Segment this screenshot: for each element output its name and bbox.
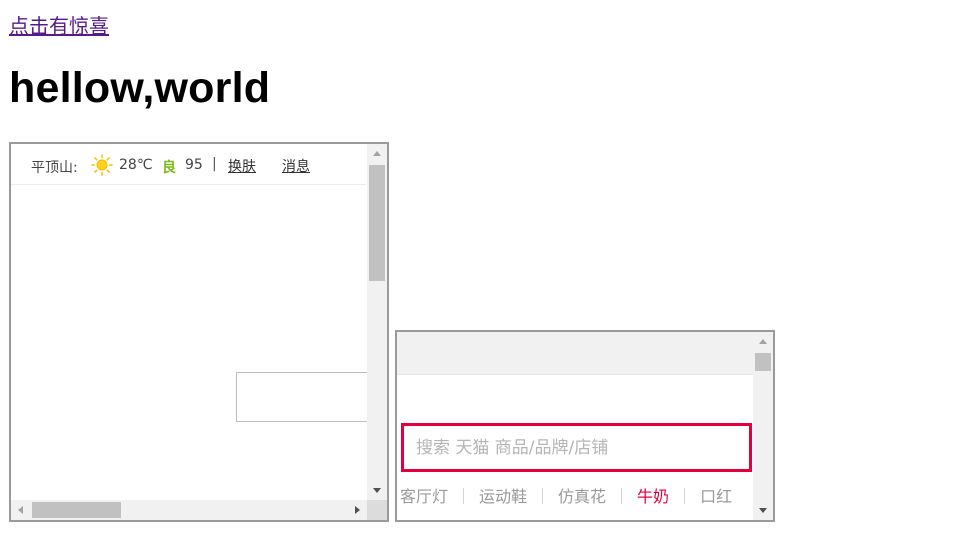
sun-icon bbox=[91, 154, 113, 176]
search-iframe[interactable]: 客厅灯 运动鞋 仿真花 牛奶 口红 bbox=[395, 330, 775, 522]
vertical-scroll-thumb[interactable] bbox=[755, 353, 771, 371]
hotword-divider bbox=[684, 488, 686, 504]
hotword-divider bbox=[542, 488, 544, 504]
hotword-item-highlighted[interactable]: 牛奶 bbox=[637, 487, 669, 506]
change-skin-link[interactable]: 换肤 bbox=[228, 156, 256, 176]
divider: | bbox=[212, 156, 217, 172]
search-input[interactable] bbox=[404, 426, 749, 469]
hotword-item[interactable]: 客厅灯 bbox=[400, 487, 448, 506]
horizontal-scrollbar[interactable] bbox=[11, 500, 367, 520]
scroll-up-icon[interactable] bbox=[373, 151, 381, 156]
vertical-scrollbar[interactable] bbox=[753, 332, 773, 520]
hotword-item[interactable]: 仿真花 bbox=[558, 487, 606, 506]
air-quality-label: 良 bbox=[162, 160, 176, 176]
vertical-scrollbar[interactable] bbox=[367, 144, 387, 500]
search-header bbox=[397, 332, 753, 375]
city-label: 平顶山: bbox=[31, 160, 78, 176]
temperature-value: 28℃ bbox=[119, 157, 153, 173]
hotword-divider bbox=[621, 488, 623, 504]
air-quality-value: 95 bbox=[185, 157, 203, 173]
weather-bar: 平顶山: 28℃ 良 95 | 换肤 消息 bbox=[11, 144, 366, 185]
scroll-down-icon[interactable] bbox=[759, 508, 767, 513]
search-box[interactable] bbox=[401, 423, 752, 472]
scrollbar-corner bbox=[367, 500, 387, 520]
page-heading: hellow,world bbox=[9, 64, 271, 112]
hotword-item[interactable]: 口红 bbox=[700, 487, 732, 506]
scroll-down-icon[interactable] bbox=[373, 488, 381, 493]
weather-iframe[interactable]: 平顶山: 28℃ 良 95 | 换肤 消息 bbox=[9, 142, 389, 522]
empty-panel bbox=[236, 372, 376, 422]
messages-link[interactable]: 消息 bbox=[282, 156, 310, 176]
scroll-right-icon[interactable] bbox=[355, 506, 360, 514]
scroll-up-icon[interactable] bbox=[759, 339, 767, 344]
scroll-left-icon[interactable] bbox=[18, 506, 23, 514]
hotword-divider bbox=[463, 488, 465, 504]
vertical-scroll-thumb[interactable] bbox=[369, 165, 385, 281]
hotwords-list: 客厅灯 运动鞋 仿真花 牛奶 口红 bbox=[400, 483, 732, 507]
hotword-item[interactable]: 运动鞋 bbox=[479, 487, 527, 506]
surprise-link[interactable]: 点击有惊喜 bbox=[9, 10, 109, 39]
horizontal-scroll-thumb[interactable] bbox=[32, 502, 121, 518]
